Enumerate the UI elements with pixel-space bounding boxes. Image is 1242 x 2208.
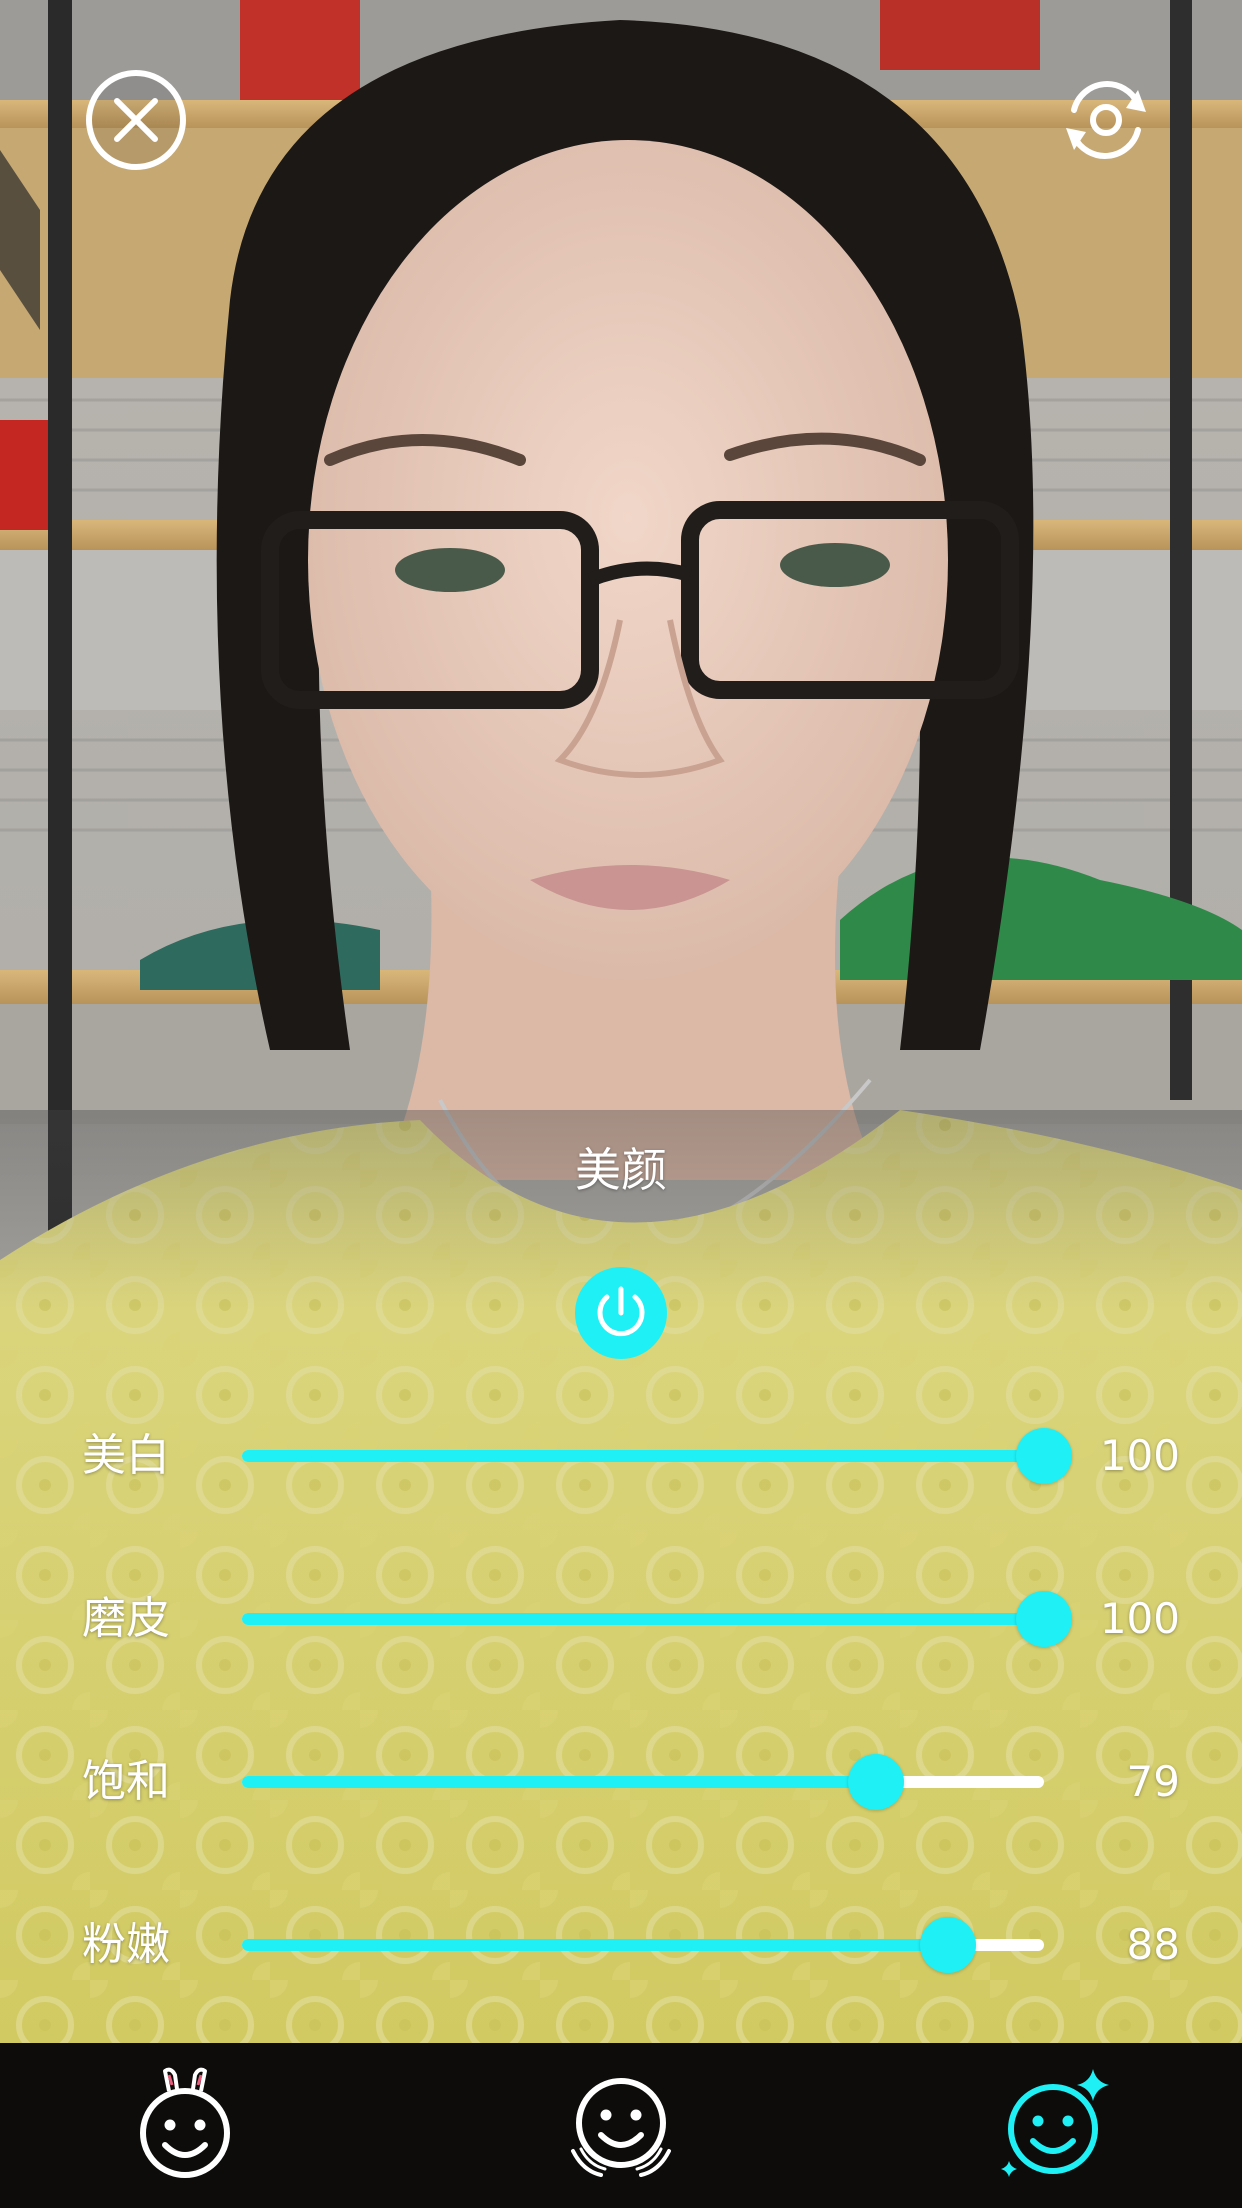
beauty-panel: 美颜 美白 100 磨皮 100 饱和 79 粉嫩 88 [0,1110,1242,2043]
slider-fill [242,1776,876,1788]
power-icon [597,1286,645,1337]
smoothing-slider[interactable] [242,1591,1072,1647]
rosy-slider[interactable] [242,1917,1044,1973]
tab-sticker[interactable] [125,2065,245,2185]
close-button[interactable] [84,68,188,172]
flip-camera-icon [1066,81,1146,159]
tab-beauty[interactable] [997,2065,1117,2185]
camera-screen: 美颜 美白 100 磨皮 100 饱和 79 粉嫩 88 [0,0,1242,2208]
whitening-slider[interactable] [242,1428,1072,1484]
slider-row-whitening: 美白 100 [0,1406,1242,1506]
slider-value: 79 [1126,1757,1180,1806]
panel-title: 美颜 [575,1143,667,1197]
bunny-face-icon [140,2067,230,2178]
sparkle-face-icon [1001,2069,1109,2177]
slider-fill [242,1939,948,1951]
flip-camera-button[interactable] [1054,68,1158,172]
slider-label: 磨皮 [82,1593,170,1644]
slider-value: 88 [1126,1920,1180,1969]
slider-label: 美白 [82,1430,170,1481]
slider-row-smoothing: 磨皮 100 [0,1569,1242,1669]
beauty-power-toggle[interactable] [575,1267,667,1359]
slider-row-saturation: 饱和 79 [0,1732,1242,1832]
close-icon [86,70,186,170]
tab-face-reshape[interactable] [561,2065,681,2185]
slider-thumb[interactable] [919,1917,976,1973]
slider-fill [242,1450,1044,1462]
face-reshape-icon [571,2078,671,2177]
slider-value: 100 [1099,1431,1180,1480]
slider-row-rosy: 粉嫩 88 [0,1895,1242,1995]
slider-label: 饱和 [82,1756,170,1807]
bottom-tab-bar [0,2043,1242,2208]
saturation-slider[interactable] [242,1754,1044,1810]
slider-thumb[interactable] [847,1754,904,1810]
slider-label: 粉嫩 [82,1919,170,1970]
slider-fill [242,1613,1044,1625]
slider-value: 100 [1099,1594,1180,1643]
